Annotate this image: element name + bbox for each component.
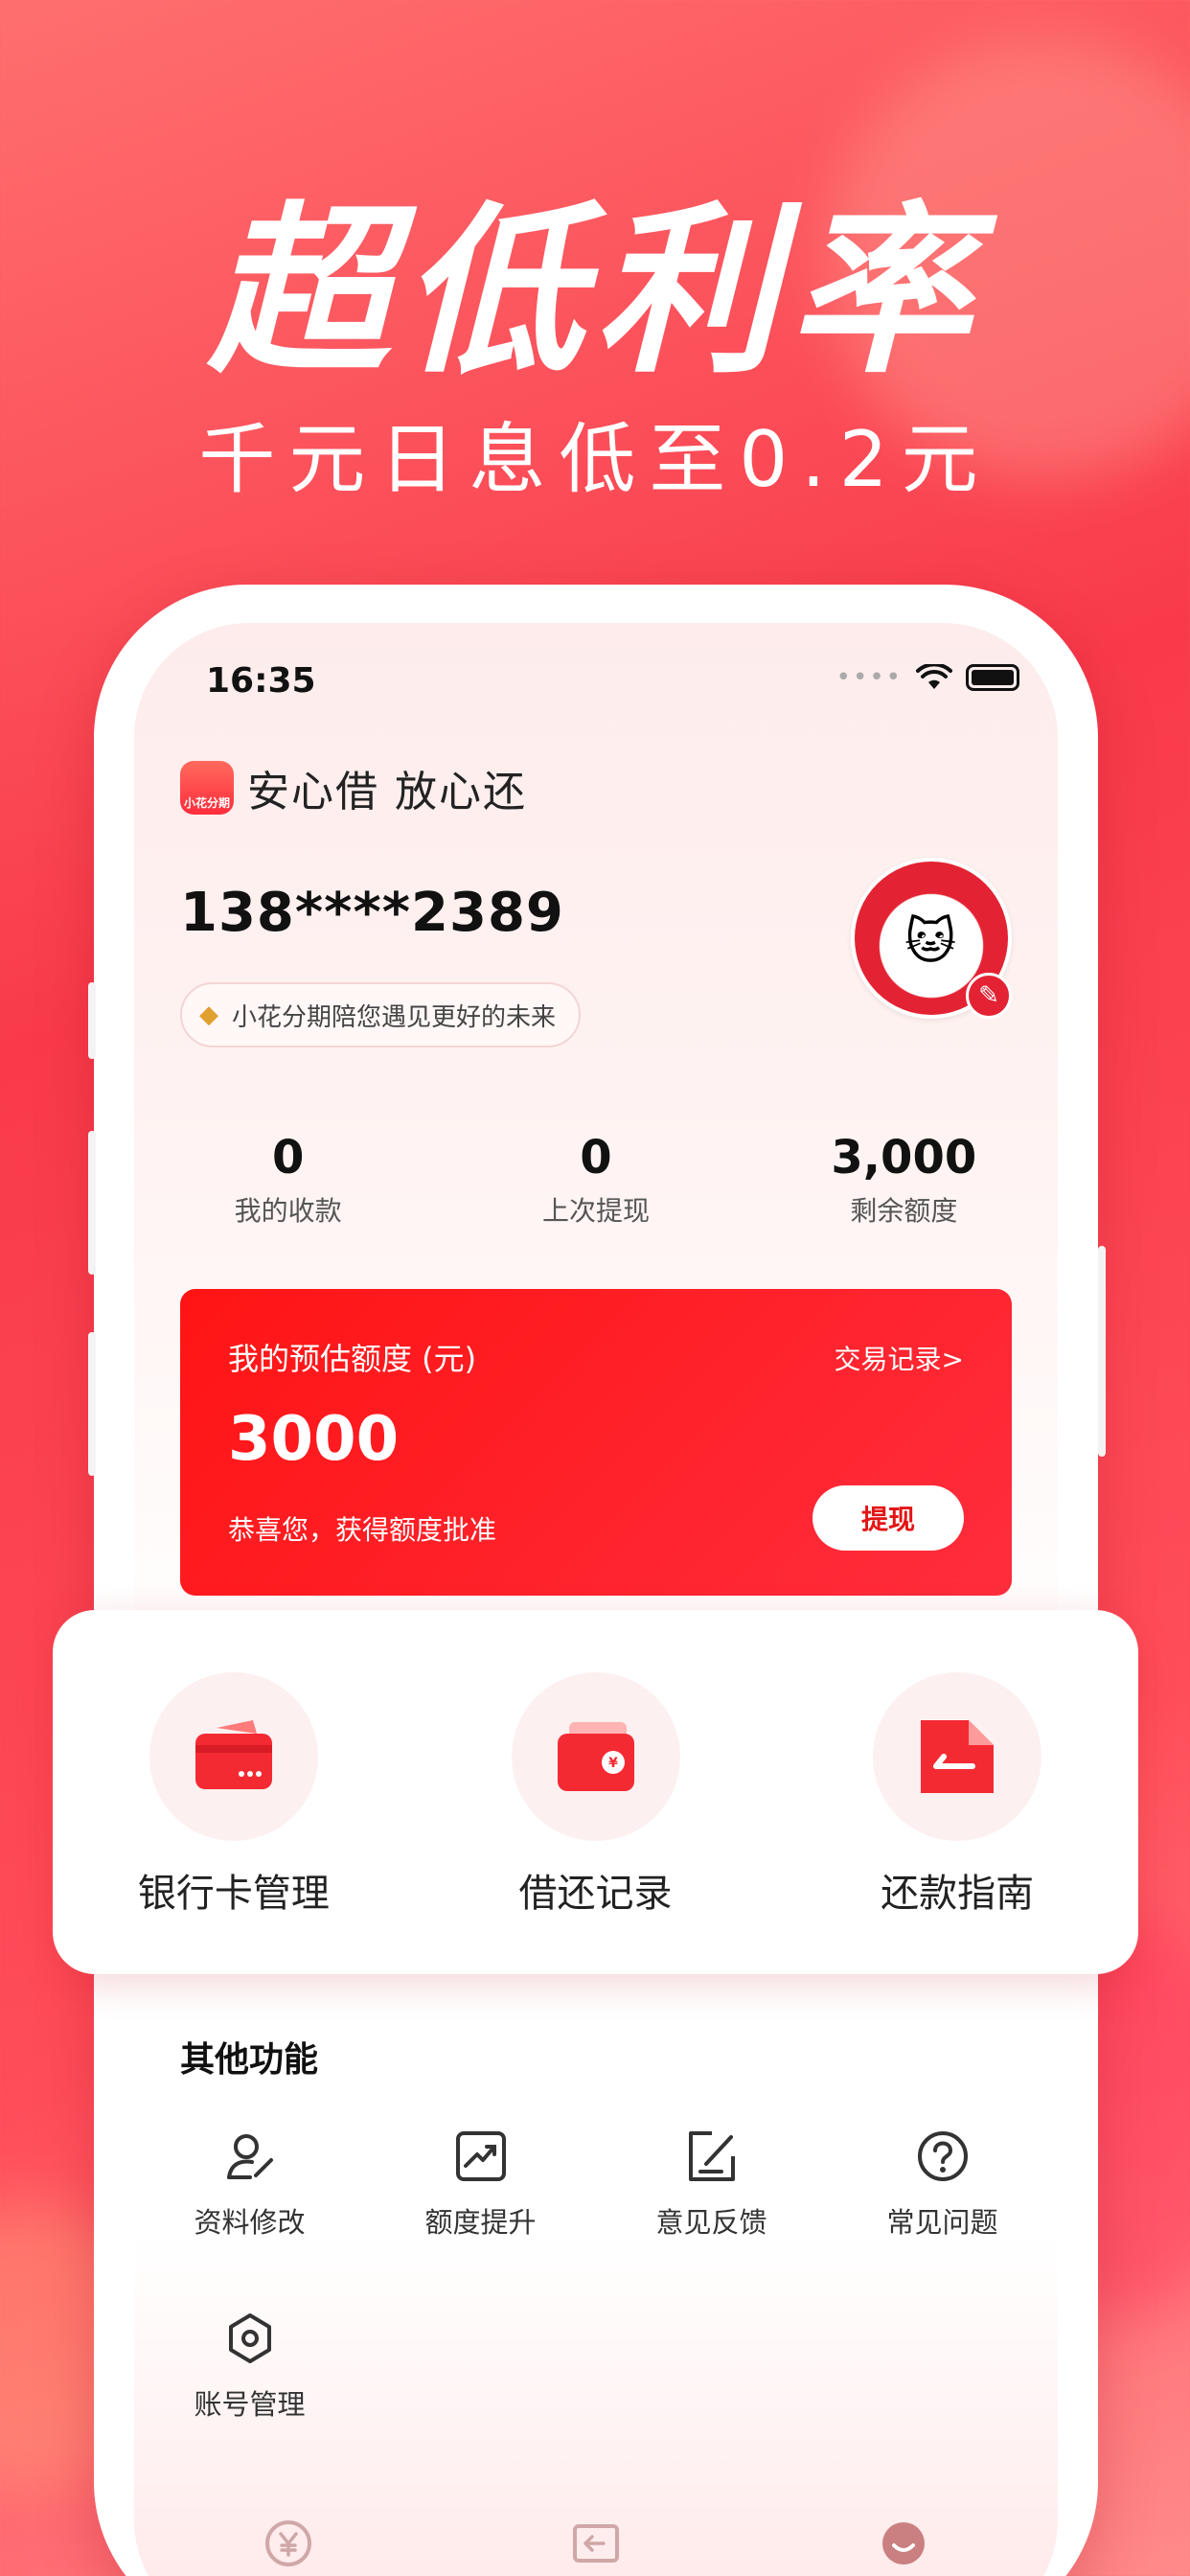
function-faq[interactable]: 常见问题	[827, 2128, 1058, 2310]
wifi-icon	[916, 664, 952, 689]
promo-subtitle: 千元日息低至0.2元	[198, 415, 992, 504]
tab-borrow[interactable]: 借款	[134, 2501, 442, 2576]
function-label: 常见问题	[886, 2206, 998, 2239]
bank-card-icon	[195, 1720, 272, 1789]
icon-circle: ¥	[511, 1672, 680, 1841]
signal-icon: ••••	[835, 663, 903, 692]
edit-avatar-icon[interactable]: ✎	[966, 973, 1012, 1019]
brand-header: 小花分期 安心借 放心还	[180, 757, 527, 818]
status-icons: ••••	[836, 663, 1019, 692]
function-feedback[interactable]: 意见反馈	[596, 2128, 827, 2310]
stat-label: 我的收款	[234, 1195, 342, 1227]
other-functions-grid: 资料修改 额度提升 意见反馈 常见问题 账号管理	[134, 2128, 1058, 2492]
approved-text: 恭喜您，获得额度批准	[228, 1514, 497, 1546]
user-phone: 138****2389	[180, 882, 564, 944]
action-repay-guide[interactable]: 还款指南	[776, 1610, 1138, 1974]
function-label: 账号管理	[194, 2388, 306, 2421]
question-icon	[917, 2131, 968, 2181]
other-functions-title: 其他功能	[180, 2040, 319, 2080]
repay-guide-icon	[921, 1720, 995, 1793]
stat-value: 0	[580, 1131, 612, 1184]
function-label: 资料修改	[194, 2206, 306, 2239]
transaction-records-link[interactable]: 交易记录>	[835, 1339, 964, 1377]
status-time: 16:35	[206, 661, 316, 701]
tagline-badge: ◆ 小花分期陪您遇见更好的未来	[180, 982, 582, 1047]
promo-title: 超低利率	[207, 186, 982, 398]
limit-increase-icon	[455, 2131, 506, 2181]
function-limit-increase[interactable]: 额度提升	[365, 2128, 596, 2310]
stat-label: 剩余额度	[850, 1195, 958, 1227]
stat-received[interactable]: 0 我的收款	[134, 1131, 442, 1229]
phone-button	[88, 1131, 96, 1275]
credit-title: 我的预估额度 (元)	[228, 1341, 477, 1377]
action-bank-card[interactable]: 银行卡管理	[53, 1610, 415, 1974]
stats-row: 0 我的收款 0 上次提现 3,000 剩余额度	[134, 1131, 1058, 1229]
stat-last-withdraw[interactable]: 0 上次提现	[442, 1131, 749, 1229]
action-label: 还款指南	[881, 1872, 1035, 1916]
icon-circle	[873, 1672, 1042, 1841]
action-label: 银行卡管理	[137, 1872, 330, 1916]
app-screen: 16:35 •••• 小花分期 安心借 放心还 138****2389 🐱 ✎ …	[134, 623, 1058, 2576]
svg-text:¥: ¥	[608, 1756, 618, 1771]
function-label: 额度提升	[424, 2206, 537, 2239]
credit-amount: 3000	[228, 1404, 400, 1475]
stat-value: 0	[271, 1131, 305, 1184]
me-icon	[882, 2522, 926, 2564]
stat-value: 3,000	[831, 1131, 977, 1184]
phone-button	[88, 1332, 96, 1476]
tab-repay[interactable]: 还款	[442, 2501, 749, 2576]
yen-icon	[264, 2520, 311, 2566]
icon-circle	[149, 1672, 318, 1841]
tab-me[interactable]: 我的	[750, 2501, 1058, 2576]
battery-icon	[966, 664, 1019, 691]
credit-card: 我的预估额度 (元) 交易记录> 3000 恭喜您，获得额度批准 提现	[180, 1289, 1012, 1596]
feedback-icon	[688, 2131, 735, 2181]
diamond-icon: ◆	[199, 1000, 218, 1029]
function-account-settings[interactable]: 账号管理	[134, 2310, 365, 2492]
tagline-text: 小花分期陪您遇见更好的未来	[232, 1002, 557, 1032]
tab-bar: 借款 还款 我的	[134, 2501, 1058, 2576]
phone-button	[1098, 1246, 1106, 1457]
account-settings-icon	[228, 2313, 271, 2363]
phone-button	[88, 982, 96, 1059]
brand-logo: 小花分期	[180, 761, 234, 815]
avatar[interactable]: 🐱 ✎	[851, 858, 1012, 1019]
function-profile-edit[interactable]: 资料修改	[134, 2128, 365, 2310]
lucky-cat-icon: 🐱	[904, 913, 957, 971]
action-borrow-records[interactable]: ¥ 借还记录	[415, 1610, 777, 1974]
wallet-record-icon: ¥	[557, 1722, 634, 1791]
withdraw-button[interactable]: 提现	[812, 1485, 964, 1551]
stat-label: 上次提现	[541, 1195, 650, 1227]
action-label: 借还记录	[518, 1872, 673, 1916]
quick-actions-card: 银行卡管理 ¥ 借还记录 还款指南	[53, 1610, 1138, 1974]
stat-remaining[interactable]: 3,000 剩余额度	[750, 1131, 1058, 1229]
brand-slogan: 安心借 放心还	[247, 768, 527, 816]
repay-icon	[572, 2524, 619, 2563]
profile-edit-icon	[226, 2134, 273, 2179]
function-label: 意见反馈	[655, 2206, 767, 2239]
